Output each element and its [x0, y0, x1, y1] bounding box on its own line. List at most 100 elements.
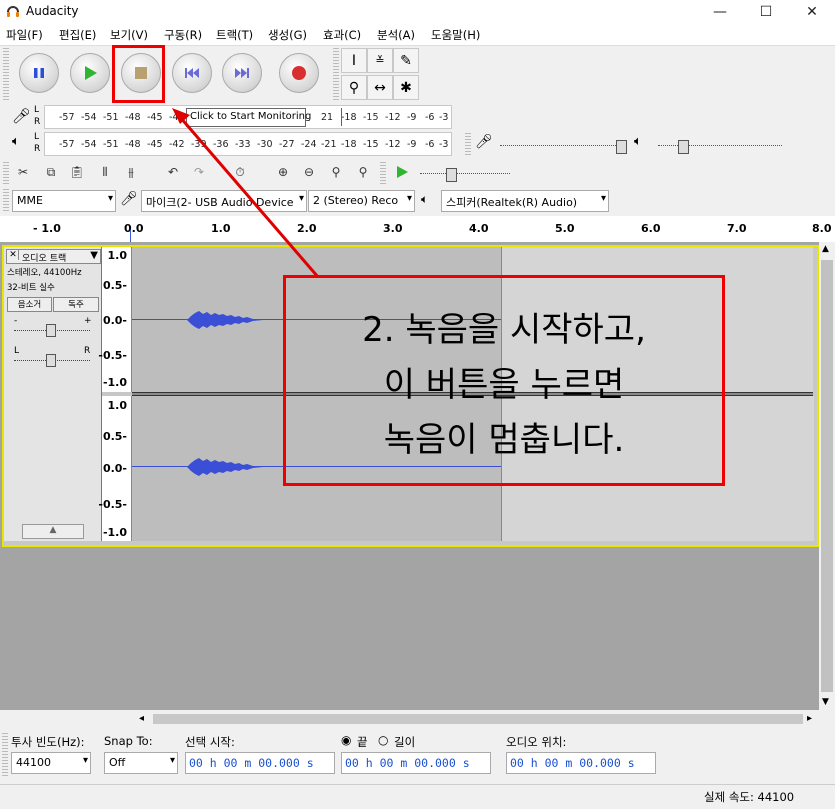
play-button[interactable] [70, 53, 110, 93]
track-close-button[interactable]: ✕ [8, 250, 19, 260]
meter-tick: -6 [425, 139, 435, 150]
audio-position-time[interactable]: 00 h 00 m 00.000 s [506, 752, 656, 774]
gain-thumb[interactable] [46, 324, 56, 337]
end-radio-icon[interactable]: ◉ [341, 733, 351, 747]
menu-transport[interactable]: 구동(R) [164, 27, 202, 43]
track-menu-arrow-icon[interactable]: ▼ [90, 250, 98, 261]
play-at-speed-button[interactable] [391, 161, 413, 183]
paste-button[interactable]: 📋︎ [66, 161, 88, 183]
collapse-track-button[interactable]: ▲ [22, 524, 84, 539]
status-bar: 실제 속도: 44100 [0, 784, 835, 809]
vertical-scrollbar[interactable]: ▲ ▼ [819, 242, 835, 712]
playback-meter[interactable]: -57 -54 -51 -48 -45 -42 -39 -36 -33 -30 … [44, 132, 452, 156]
mixer-speaker-icon: 🔈︎ [634, 134, 642, 149]
meter-tick: -42 [169, 112, 185, 123]
zoom-out-button[interactable]: ⊖ [298, 161, 320, 183]
play-at-speed-grip[interactable] [380, 160, 386, 184]
meter-tick: -36 [213, 139, 229, 150]
track-name: 오디오 트랙 [22, 254, 67, 264]
menu-bar: 파일(F) 편집(E) 보기(V) 구동(R) 트랙(T) 생성(G) 효과(C… [0, 23, 835, 46]
meter-tick: -3 [439, 112, 449, 123]
horizontal-scrollbar[interactable]: ◂ ▸ [135, 711, 819, 727]
meter-tick: -57 [59, 112, 75, 123]
tools-grip[interactable] [333, 48, 339, 100]
fit-selection-icon: ⚲ [331, 165, 341, 179]
channels-select[interactable]: 2 (Stereo) Reco ▾ [308, 190, 415, 212]
vertical-scale-left[interactable]: 1.0 0.5- 0.0- -0.5- -1.0 [98, 247, 132, 392]
menu-view[interactable]: 보기(V) [110, 27, 148, 43]
playback-volume-slider[interactable] [658, 145, 782, 147]
solo-button[interactable]: 독주 [53, 297, 99, 312]
selection-start-time[interactable]: 00 h 00 m 00.000 s [185, 752, 335, 774]
menu-generate[interactable]: 생성(G) [268, 27, 307, 43]
device-grip[interactable] [3, 189, 9, 211]
silence-button[interactable]: ⫵ [120, 161, 142, 183]
track-title-bar[interactable]: ✕ 오디오 트랙 ▼ [6, 249, 101, 264]
record-button[interactable] [279, 53, 319, 93]
menu-effect[interactable]: 효과(C) [323, 27, 361, 43]
project-rate-select[interactable]: 44100 ▾ [11, 752, 91, 774]
meter-tick: -54 [81, 139, 97, 150]
toolbar-grip[interactable] [3, 48, 9, 100]
menu-analyze[interactable]: 분석(A) [377, 27, 415, 43]
vertical-scroll-thumb[interactable] [821, 260, 833, 692]
meter-tick: -42 [169, 139, 185, 150]
selection-end-value: 00 h 00 m 00.000 s [345, 756, 470, 770]
copy-button[interactable]: ⧉ [40, 161, 62, 183]
cut-button[interactable]: ✂ [12, 161, 34, 183]
playback-device-select[interactable]: 스피커(Realtek(R) Audio) ▾ [441, 190, 609, 212]
record-volume-thumb[interactable] [616, 140, 627, 154]
mute-button[interactable]: 음소거 [7, 297, 52, 312]
sync-lock-button[interactable]: ⏱ [229, 161, 251, 183]
scroll-up-icon[interactable]: ▲ [822, 244, 829, 254]
scale-tick: 1.0 [107, 399, 128, 412]
timeline-ruler[interactable]: - 1.0 0.0 1.0 2.0 3.0 4.0 5.0 6.0 7.0 8.… [0, 216, 835, 243]
selection-end-time[interactable]: 00 h 00 m 00.000 s [341, 752, 491, 774]
pan-thumb[interactable] [46, 354, 56, 367]
host-select[interactable]: MME ▾ [12, 190, 116, 212]
envelope-tool-button[interactable]: ≚ [367, 48, 393, 73]
pause-button[interactable] [19, 53, 59, 93]
maximize-button[interactable]: ☐ [743, 0, 789, 23]
scroll-down-icon[interactable]: ▼ [822, 697, 829, 707]
minimize-button[interactable]: — [697, 0, 743, 23]
skip-to-start-button[interactable] [172, 53, 212, 93]
skip-to-end-button[interactable] [222, 53, 262, 93]
selection-grip[interactable] [2, 732, 8, 776]
selection-tool-button[interactable]: I [341, 48, 367, 73]
vertical-scale-right[interactable]: 1.0 0.5- 0.0- -0.5- -1.0 [98, 396, 132, 541]
mixer-grip[interactable] [465, 131, 471, 155]
fit-project-button[interactable]: ⚲ [352, 161, 374, 183]
scroll-right-icon[interactable]: ▸ [807, 713, 812, 724]
snap-to-select[interactable]: Off ▾ [104, 752, 178, 774]
playback-volume-thumb[interactable] [678, 140, 689, 154]
redo-button[interactable]: ↷ [188, 161, 210, 183]
fit-selection-button[interactable]: ⚲ [325, 161, 347, 183]
play-speed-slider[interactable] [420, 173, 510, 175]
draw-tool-button[interactable]: ✎ [393, 48, 419, 73]
zoom-in-button[interactable]: ⊕ [272, 161, 294, 183]
zoom-tool-button[interactable]: ⚲ [341, 75, 367, 100]
chevron-down-icon: ▾ [600, 193, 606, 204]
multi-tool-button[interactable]: ✱ [393, 75, 419, 100]
length-radio-icon[interactable]: ○ [378, 733, 388, 747]
meter-tick: -27 [279, 139, 295, 150]
scale-tick: -0.5- [98, 349, 127, 362]
timeshift-tool-button[interactable]: ↔ [367, 75, 393, 100]
play-speed-thumb[interactable] [446, 168, 457, 182]
close-button[interactable]: ✕ [789, 0, 835, 23]
edit-grip[interactable] [3, 160, 9, 184]
mixer-microphone-icon: 🎤︎ [475, 134, 493, 150]
record-volume-slider[interactable] [500, 145, 624, 147]
menu-tracks[interactable]: 트랙(T) [216, 27, 253, 43]
undo-icon: ↶ [167, 165, 179, 179]
menu-edit[interactable]: 편집(E) [59, 27, 96, 43]
undo-button[interactable]: ↶ [162, 161, 184, 183]
scroll-left-icon[interactable]: ◂ [139, 713, 144, 724]
horizontal-scroll-thumb[interactable] [153, 714, 803, 724]
menu-file[interactable]: 파일(F) [6, 27, 43, 43]
menu-help[interactable]: 도움말(H) [431, 27, 480, 43]
recording-device-select[interactable]: 마이크(2- USB Audio Device ▾ [141, 190, 307, 212]
trim-button[interactable]: ⫴ [94, 161, 116, 183]
trim-icon: ⫴ [102, 164, 108, 179]
